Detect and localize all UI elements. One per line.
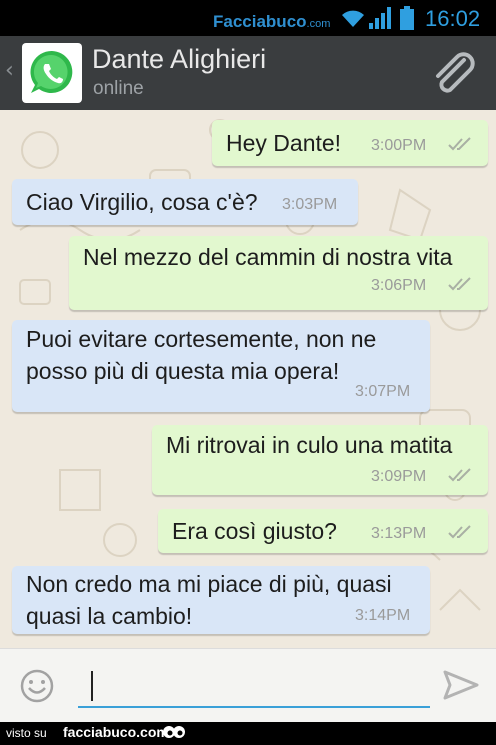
- message-line: posso più di questa mia opera!: [26, 358, 340, 384]
- message-time: 3:06PM: [371, 277, 427, 294]
- message-text: Puoi evitare cortesemente, non ne posso …: [26, 323, 376, 387]
- message-text: Non credo ma mi piace di più, quasi quas…: [26, 568, 392, 632]
- message-line: Puoi evitare cortesemente, non ne: [26, 326, 377, 352]
- battery-icon: [400, 6, 414, 30]
- read-ticks-icon: [448, 525, 471, 539]
- message-bubble-incoming[interactable]: Ciao Virgilio, cosa c'è? 3:03PM: [12, 179, 358, 225]
- watermark-footer: visto su facciabuco.com: [0, 722, 496, 745]
- message-text: Nel mezzo del cammin di nostra vita: [83, 244, 453, 270]
- message-text: Ciao Virgilio, cosa c'è?: [26, 189, 258, 215]
- avatar[interactable]: [22, 43, 82, 103]
- status-bar: Facciabuco.com 16:02: [0, 0, 496, 36]
- message-time: 3:13PM: [371, 525, 427, 542]
- message-time: 3:09PM: [371, 468, 427, 485]
- message-bubble-incoming[interactable]: Non credo ma mi piace di più, quasi quas…: [12, 566, 430, 634]
- message-line: Non credo ma mi piace di più, quasi: [26, 571, 392, 597]
- message-time: 3:03PM: [282, 196, 338, 213]
- message-time: 3:14PM: [355, 607, 411, 624]
- message-bubble-incoming[interactable]: Puoi evitare cortesemente, non ne posso …: [12, 320, 430, 412]
- read-ticks-icon: [448, 277, 471, 291]
- brand-name: Facciabuco: [213, 12, 307, 31]
- footer-prefix: visto su: [6, 726, 47, 740]
- footer-site[interactable]: facciabuco.com: [63, 724, 169, 740]
- contact-name[interactable]: Dante Alighieri: [92, 44, 266, 75]
- signal-icon: [369, 7, 391, 29]
- attach-paperclip-icon[interactable]: [430, 52, 476, 96]
- message-text: Hey Dante!: [226, 130, 342, 156]
- message-time: 3:00PM: [371, 137, 427, 154]
- message-bubble-outgoing[interactable]: Mi ritrovai in culo una matita 3:09PM: [152, 425, 488, 495]
- contact-status: online: [93, 78, 144, 99]
- read-ticks-icon: [448, 468, 471, 482]
- message-bubble-outgoing[interactable]: Nel mezzo del cammin di nostra vita 3:06…: [69, 236, 488, 310]
- wifi-icon: [342, 10, 364, 27]
- composer-bar: [0, 648, 496, 723]
- message-text: Mi ritrovai in culo una matita: [166, 432, 453, 458]
- eyes-logo-icon: [163, 726, 185, 738]
- whatsapp-logo-icon: [30, 50, 73, 93]
- chat-header: ‹ Dante Alighieri online: [0, 36, 496, 112]
- message-bubble-outgoing[interactable]: Hey Dante! 3:00PM: [212, 120, 488, 166]
- message-time: 3:07PM: [355, 383, 411, 400]
- message-bubble-outgoing[interactable]: Era così giusto? 3:13PM: [158, 509, 488, 553]
- back-icon[interactable]: ‹: [5, 58, 14, 83]
- status-bar-brand: Facciabuco.com: [213, 12, 330, 32]
- read-ticks-icon: [448, 137, 471, 151]
- status-bar-time: 16:02: [425, 6, 481, 31]
- send-icon[interactable]: [443, 670, 479, 700]
- message-text: Era così giusto?: [172, 518, 337, 544]
- chat-area[interactable]: Hey Dante! 3:00PM Ciao Virgilio, cosa c'…: [0, 110, 496, 648]
- emoji-icon[interactable]: [19, 668, 55, 704]
- brand-domain: .com: [306, 18, 331, 30]
- message-input[interactable]: [78, 662, 430, 708]
- text-cursor: [91, 671, 93, 701]
- message-line: quasi la cambio!: [26, 603, 193, 629]
